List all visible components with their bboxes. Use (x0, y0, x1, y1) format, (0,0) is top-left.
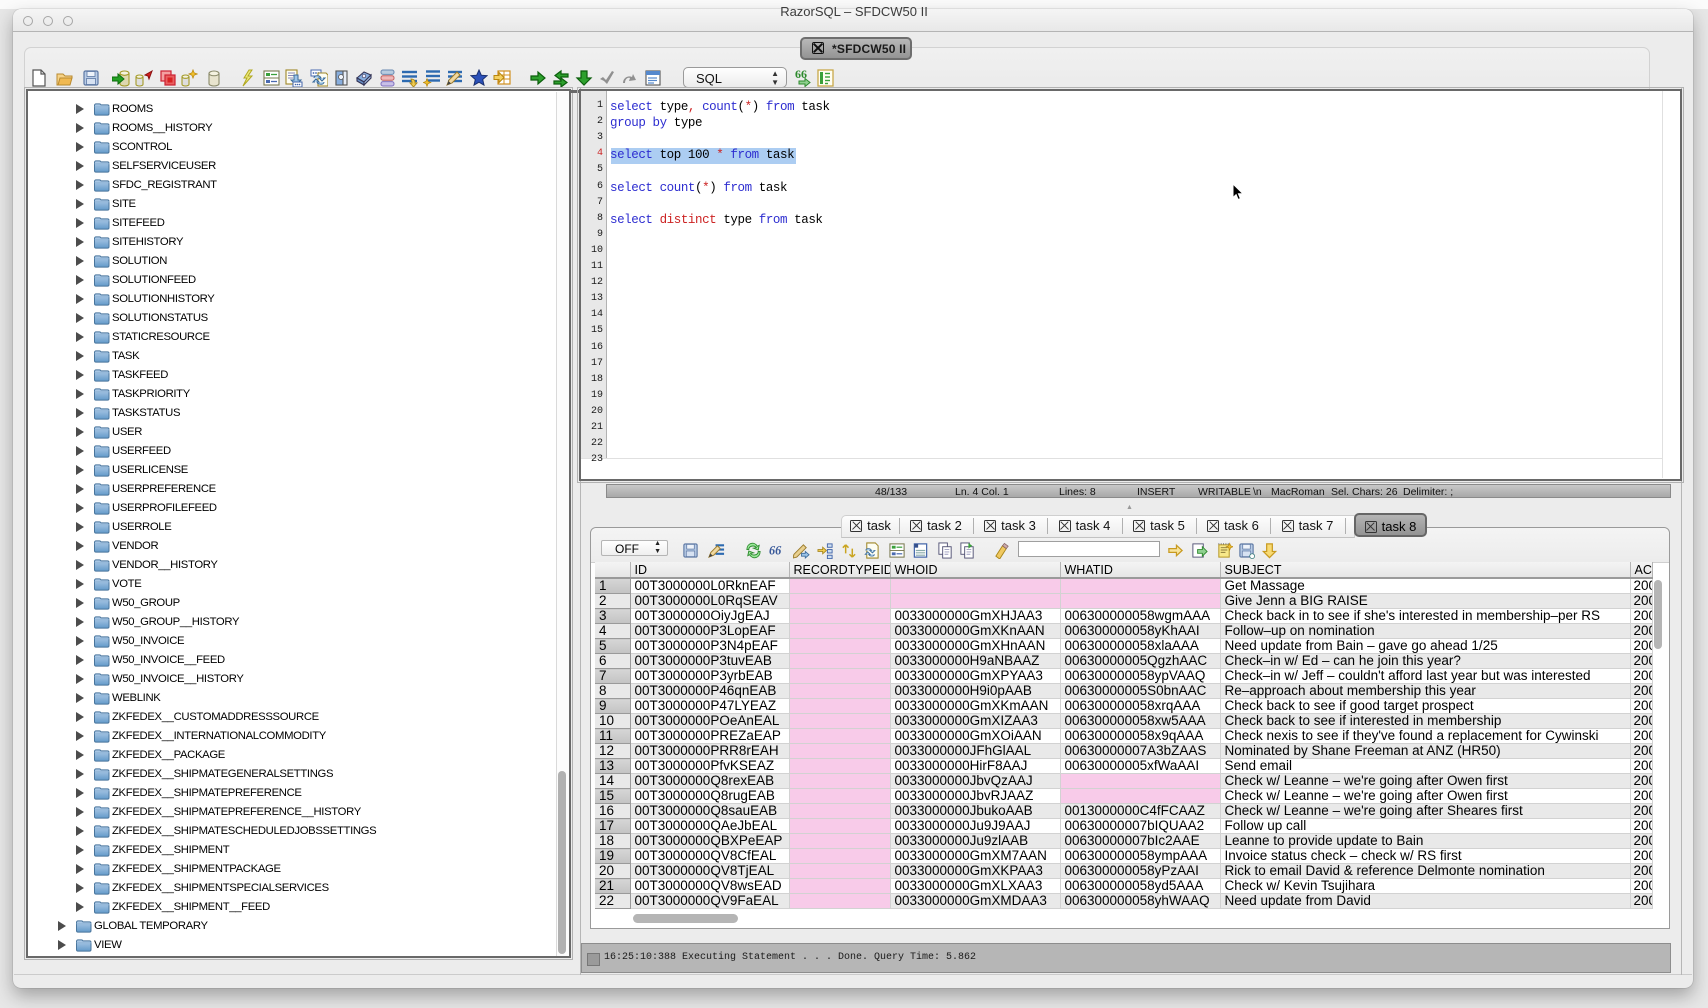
svg-text:66: 66 (769, 543, 782, 557)
